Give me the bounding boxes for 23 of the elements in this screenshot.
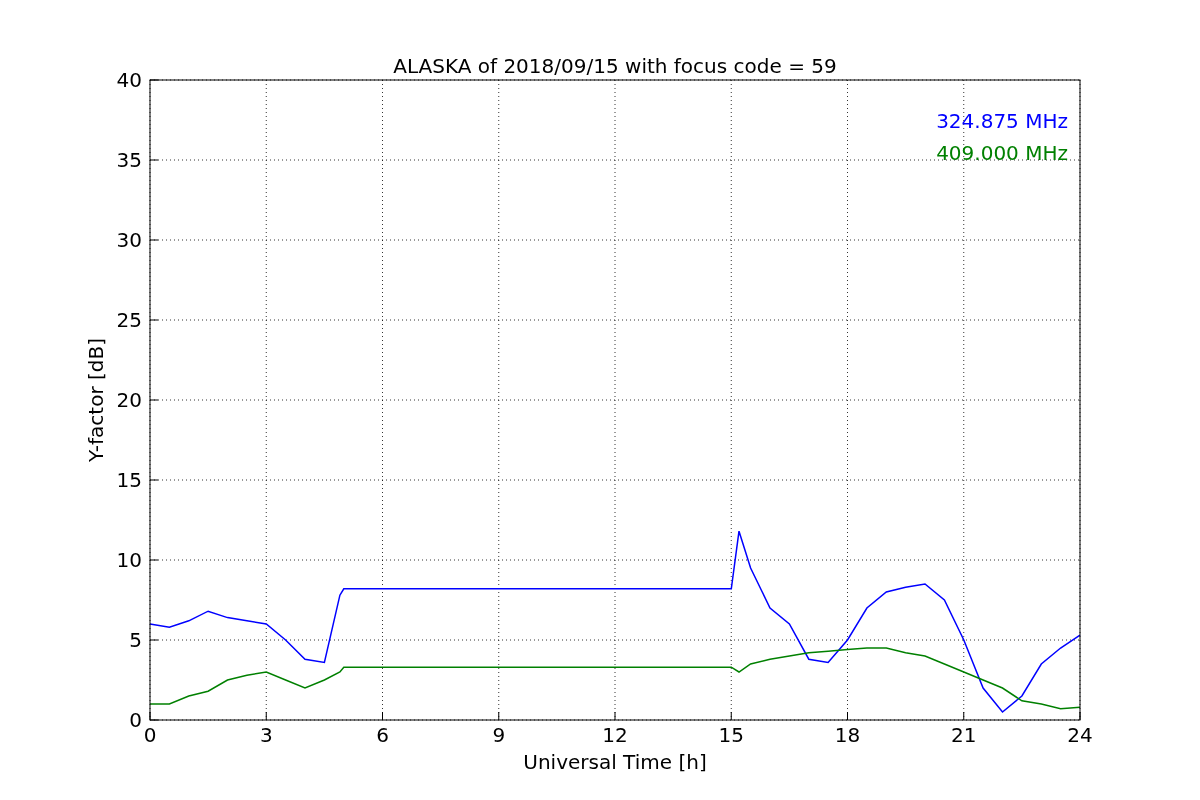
y-tick-label: 10 (116, 548, 142, 572)
x-tick-label: 3 (259, 723, 273, 747)
x-tick-label: 12 (602, 723, 628, 747)
y-tick-label: 0 (129, 708, 142, 732)
y-tick-label: 20 (116, 388, 142, 412)
x-tick-label: 9 (492, 723, 506, 747)
x-tick-label: 21 (951, 723, 977, 747)
chart-title: ALASKA of 2018/09/15 with focus code = 59 (393, 54, 837, 78)
y-tick-label: 40 (116, 68, 142, 92)
x-tick-label: 24 (1067, 723, 1093, 747)
x-axis-label: Universal Time [h] (523, 750, 707, 774)
y-tick-label: 25 (116, 308, 142, 332)
legend-label: 324.875 MHz (936, 109, 1068, 133)
x-tick-label: 18 (834, 723, 861, 747)
x-tick-label: 15 (718, 723, 744, 747)
legend-label: 409.000 MHz (936, 141, 1068, 165)
y-tick-label: 15 (116, 468, 142, 492)
y-tick-label: 30 (116, 228, 142, 252)
x-tick-label: 6 (376, 723, 389, 747)
y-axis-label: Y-factor [dB] (84, 338, 108, 462)
y-tick-label: 35 (116, 148, 142, 172)
y-tick-label: 5 (129, 628, 142, 652)
x-tick-label: 0 (143, 723, 157, 747)
